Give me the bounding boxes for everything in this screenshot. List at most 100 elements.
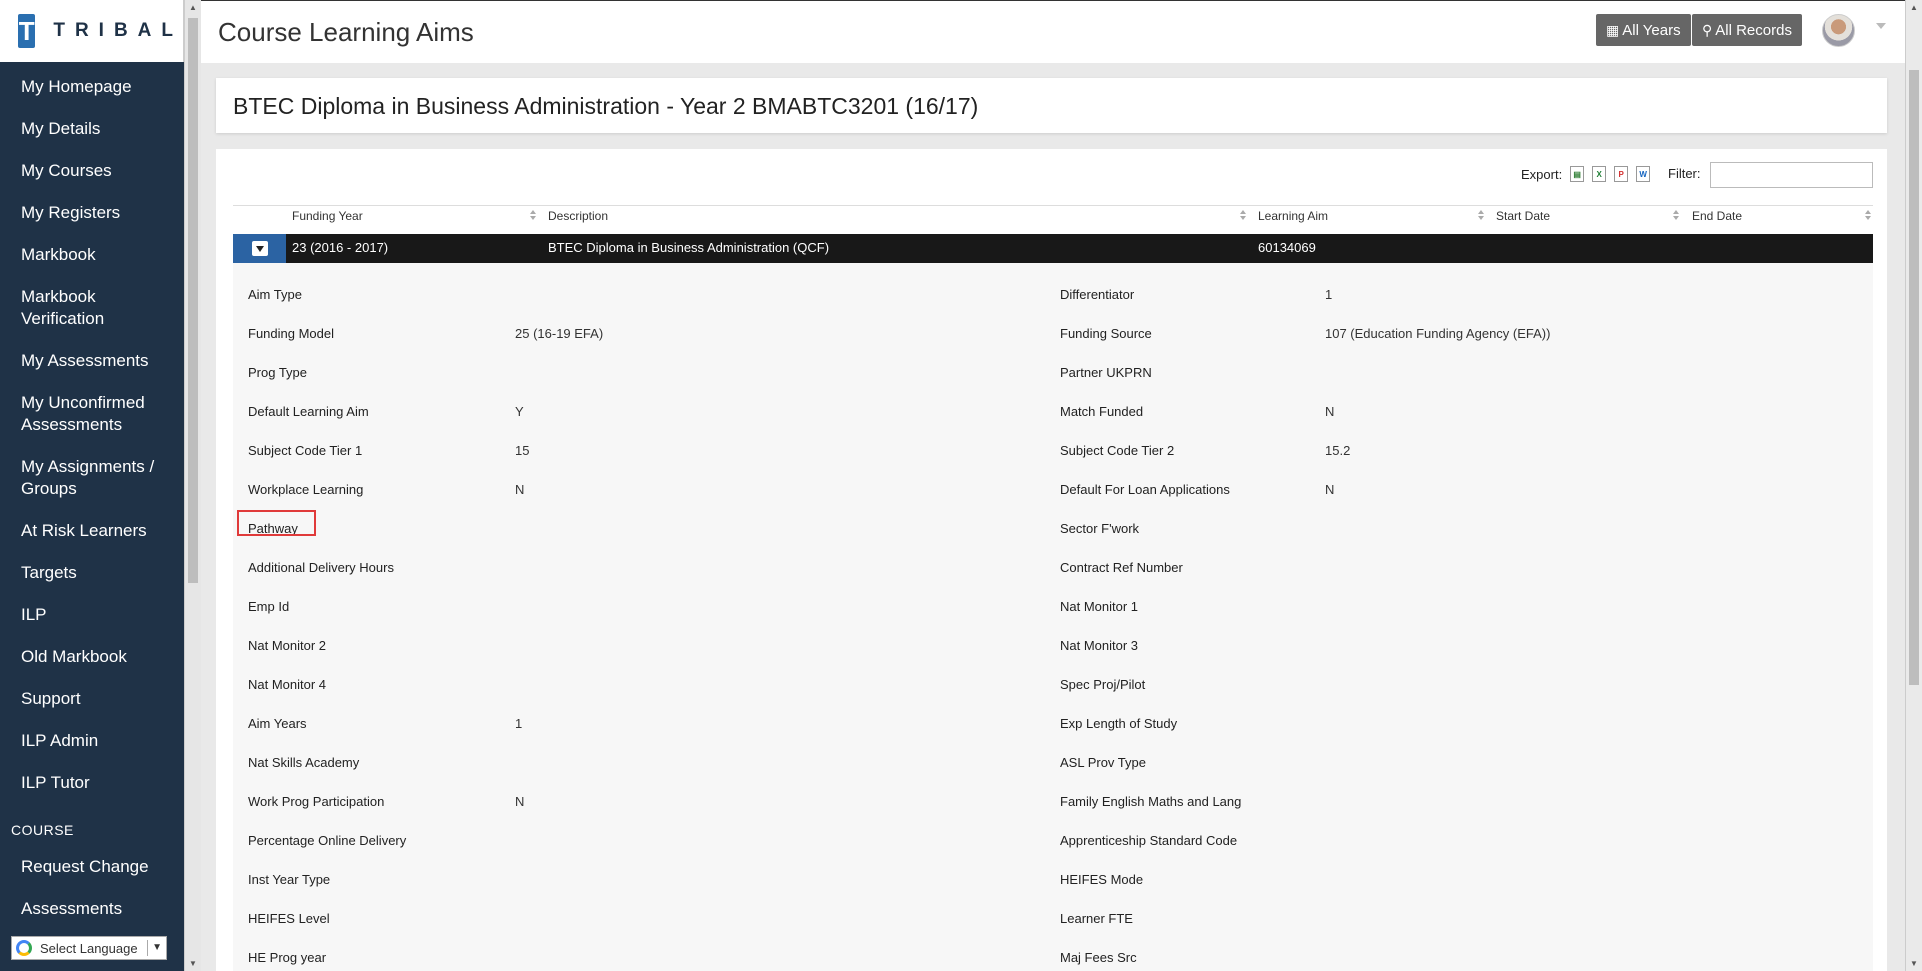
export-pdf-icon[interactable]: P (1614, 166, 1629, 182)
export-csv-icon[interactable]: ▤ (1570, 166, 1585, 182)
scroll-up-icon[interactable]: ▲ (1910, 3, 1918, 12)
column-header-end-date[interactable]: End Date (1692, 206, 1742, 226)
avatar[interactable] (1822, 14, 1855, 47)
detail-label-contract-ref-number: Contract Ref Number (1060, 560, 1183, 575)
detail-label-aim-type: Aim Type (248, 287, 302, 302)
sidebar-section-course: COURSE (11, 822, 74, 838)
scroll-down-icon[interactable]: ▼ (1910, 959, 1918, 968)
sidebar-item-markbook[interactable]: Markbook (0, 234, 184, 276)
sidebar-item-ilp[interactable]: ILP (0, 594, 184, 636)
sidebar-item-ilp-admin[interactable]: ILP Admin (0, 720, 184, 762)
sidebar-item-my-assignments-groups[interactable]: My Assignments / Groups (0, 446, 170, 510)
chevron-down-icon[interactable] (1876, 23, 1886, 29)
sidebar-item-old-markbook[interactable]: Old Markbook (0, 636, 184, 678)
calendar-icon: ▦ (1606, 21, 1620, 38)
language-select[interactable]: Select Language ▼ (11, 936, 167, 960)
sidebar-item-my-homepage[interactable]: My Homepage (0, 66, 184, 108)
sidebar-scrollbar-thumb[interactable] (188, 18, 198, 583)
detail-value-default-for-loan-applications: N (1325, 482, 1335, 497)
export-toolbar: Export: ▤ X P W (1521, 166, 1651, 182)
detail-label-nat-monitor-4: Nat Monitor 4 (248, 677, 327, 692)
detail-value-default-learning-aim: Y (515, 404, 524, 419)
detail-value-funding-model: 25 (16-19 EFA) (515, 326, 604, 341)
detail-label-aim-years: Aim Years (248, 716, 307, 731)
google-icon (16, 940, 32, 956)
detail-value-subject-code-tier-2: 15.2 (1325, 443, 1351, 458)
detail-label-inst-year-type: Inst Year Type (248, 872, 331, 887)
pathway-highlight-box (237, 510, 316, 536)
detail-label-nat-monitor-1: Nat Monitor 1 (1060, 599, 1139, 614)
course-title: BTEC Diploma in Business Administration … (233, 93, 979, 119)
detail-value-differentiator: 1 (1325, 287, 1333, 302)
detail-value-work-prog-participation: N (515, 794, 525, 809)
sidebar-item-markbook-verification[interactable]: Markbook Verification (0, 276, 125, 340)
column-header-learning-aim[interactable]: Learning Aim (1258, 206, 1328, 226)
detail-label-differentiator: Differentiator (1060, 287, 1135, 302)
map-marker-icon: ⚲ (1702, 21, 1713, 38)
all-years-button[interactable]: ▦ All Years (1596, 14, 1691, 46)
detail-label-he-prog-year: HE Prog year (248, 950, 327, 965)
table-row[interactable]: 23 (2016 - 2017) BTEC Diploma in Busines… (233, 234, 1873, 263)
detail-label-workplace-learning: Workplace Learning (248, 482, 364, 497)
sidebar-item-my-registers[interactable]: My Registers (0, 192, 184, 234)
sidebar-item-my-details[interactable]: My Details (0, 108, 184, 150)
export-label: Export: (1521, 166, 1563, 182)
detail-value-subject-code-tier-1: 15 (515, 443, 530, 458)
scroll-up-icon[interactable]: ▲ (189, 3, 197, 12)
cell-funding-year: 23 (2016 - 2017) (292, 240, 389, 255)
detail-label-nat-monitor-3: Nat Monitor 3 (1060, 638, 1139, 653)
page-scrollbar-thumb[interactable] (1909, 70, 1919, 685)
logo-text: TRIBAL (53, 20, 183, 41)
detail-label-apprenticeship-standard-code: Apprenticeship Standard Code (1060, 833, 1238, 848)
sidebar-item-my-unconfirmed-assessments[interactable]: My Unconfirmed Assessments (0, 382, 170, 446)
cell-learning-aim: 60134069 (1258, 240, 1316, 255)
sidebar-item-my-courses[interactable]: My Courses (0, 150, 184, 192)
detail-label-exp-length-of-study: Exp Length of Study (1060, 716, 1178, 731)
all-records-button[interactable]: ⚲ All Records (1692, 14, 1802, 46)
learning-aims-panel: Export: ▤ X P W Filter: Funding Year Des… (216, 149, 1887, 971)
cell-description: BTEC Diploma in Business Administration … (548, 240, 830, 255)
export-excel-icon[interactable]: X (1592, 166, 1607, 182)
column-header-start-date[interactable]: Start Date (1496, 206, 1550, 226)
column-header-funding-year[interactable]: Funding Year (292, 206, 363, 226)
sidebar-item-at-risk-learners[interactable]: At Risk Learners (0, 510, 184, 552)
detail-label-family-english-maths-and-lang: Family English Maths and Lang (1060, 794, 1242, 809)
detail-value-aim-years: 1 (515, 716, 523, 731)
detail-label-learner-fte: Learner FTE (1060, 911, 1133, 926)
detail-label-subject-code-tier-2: Subject Code Tier 2 (1060, 443, 1175, 458)
scroll-down-icon[interactable]: ▼ (189, 959, 197, 968)
detail-label-nat-monitor-2: Nat Monitor 2 (248, 638, 327, 653)
row-expand-button[interactable] (233, 234, 286, 263)
language-select-label: Select Language (40, 940, 138, 956)
export-word-icon[interactable]: W (1636, 166, 1651, 182)
filter-label: Filter: (1668, 166, 1701, 181)
sidebar: T TRIBAL My Homepage My Details My Cours… (0, 0, 184, 971)
detail-label-prog-type: Prog Type (248, 365, 308, 380)
sidebar-item-ilp-tutor[interactable]: ILP Tutor (0, 762, 184, 804)
course-panel: BTEC Diploma in Business Administration … (216, 78, 1887, 133)
sidebar-item-support[interactable]: Support (0, 678, 184, 720)
detail-label-funding-source: Funding Source (1060, 326, 1152, 341)
detail-label-maj-fees-src: Maj Fees Src (1060, 950, 1137, 965)
detail-label-subject-code-tier-1: Subject Code Tier 1 (248, 443, 363, 458)
detail-label-nat-skills-academy: Nat Skills Academy (248, 755, 360, 770)
sidebar-item-request-change[interactable]: Request Change (0, 846, 184, 888)
column-header-description[interactable]: Description (548, 206, 608, 226)
collapse-icon (251, 241, 268, 256)
page-title: Course Learning Aims (218, 17, 474, 47)
sidebar-scrollbar[interactable]: ▲ ▼ (184, 0, 201, 971)
detail-label-default-learning-aim: Default Learning Aim (248, 404, 369, 419)
detail-label-heifes-mode: HEIFES Mode (1060, 872, 1144, 887)
all-years-label: All Years (1622, 21, 1681, 39)
page-scrollbar[interactable]: ▲ ▼ (1905, 0, 1922, 971)
sidebar-item-my-assessments[interactable]: My Assessments (0, 340, 184, 382)
filter-input[interactable] (1710, 162, 1873, 188)
sidebar-item-targets[interactable]: Targets (0, 552, 184, 594)
detail-label-heifes-level: HEIFES Level (248, 911, 330, 926)
detail-label-emp-id: Emp Id (248, 599, 290, 614)
logo[interactable]: T TRIBAL (0, 0, 184, 62)
detail-value-match-funded: N (1325, 404, 1335, 419)
detail-label-sector-f-work: Sector F'work (1060, 521, 1140, 536)
all-records-label: All Records (1715, 21, 1792, 39)
sidebar-item-assessments[interactable]: Assessments (0, 888, 184, 930)
